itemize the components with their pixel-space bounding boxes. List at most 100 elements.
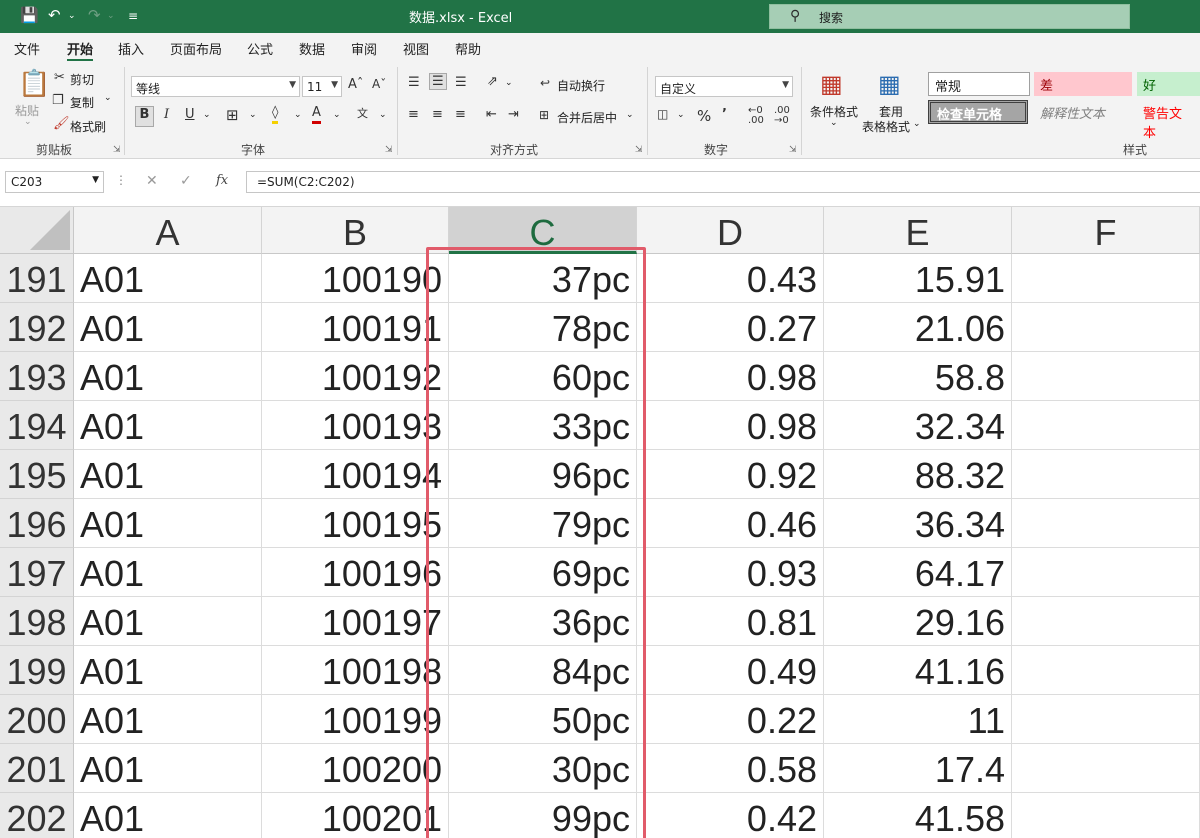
cell-f[interactable] <box>1012 352 1200 401</box>
cell-a[interactable]: A01 <box>74 303 262 352</box>
style-check-cell[interactable]: 检查单元格 <box>928 100 1028 124</box>
cell-e[interactable]: 58.8 <box>824 352 1012 401</box>
cell-e[interactable]: 11 <box>824 695 1012 744</box>
cell-a[interactable]: A01 <box>74 646 262 695</box>
increase-decimal-icon[interactable]: ←0.00 <box>748 106 764 126</box>
search-box[interactable]: ⚲ 搜索 <box>769 4 1130 29</box>
font-launcher-icon[interactable]: ⇲ <box>385 145 393 155</box>
style-bad[interactable]: 差 <box>1034 72 1132 96</box>
tab-insert[interactable]: 插入 <box>118 39 144 58</box>
cell-a[interactable]: A01 <box>74 401 262 450</box>
font-color-icon[interactable]: A <box>312 105 321 124</box>
tab-home[interactable]: 开始 <box>67 39 94 62</box>
cell-c[interactable]: 79pc <box>449 499 637 548</box>
cell-c[interactable]: 50pc <box>449 695 637 744</box>
cell-a[interactable]: A01 <box>74 254 262 303</box>
accounting-dropdown-icon[interactable]: ⌄ <box>677 110 685 120</box>
accounting-format-icon[interactable]: ◫ <box>657 107 668 121</box>
row-header[interactable]: 199 <box>0 646 74 695</box>
phonetic-dropdown-icon[interactable]: ⌄ <box>379 110 387 120</box>
cell-c[interactable]: 37pc <box>449 254 637 303</box>
cell-b[interactable]: 100193 <box>262 401 449 450</box>
spreadsheet-grid[interactable]: A B C D E F 191 A01 100190 37pc 0.43 15.91 192 A01 100… <box>0 207 1200 838</box>
font-size-select[interactable]: 11 ▼ <box>302 76 342 97</box>
row-header[interactable]: 201 <box>0 744 74 793</box>
comma-style-icon[interactable]: ’ <box>722 107 727 122</box>
underline-dropdown-icon[interactable]: ⌄ <box>203 110 211 120</box>
cell-c[interactable]: 33pc <box>449 401 637 450</box>
cell-f[interactable] <box>1012 303 1200 352</box>
style-normal[interactable]: 常规 <box>928 72 1030 96</box>
cell-c[interactable]: 36pc <box>449 597 637 646</box>
style-explanatory[interactable]: 解释性文本 <box>1034 100 1132 124</box>
cell-c[interactable]: 30pc <box>449 744 637 793</box>
cell-c[interactable]: 69pc <box>449 548 637 597</box>
cell-f[interactable] <box>1012 597 1200 646</box>
cell-f[interactable] <box>1012 254 1200 303</box>
borders-dropdown-icon[interactable]: ⌄ <box>249 110 257 120</box>
cell-d[interactable]: 0.22 <box>637 695 824 744</box>
cell-f[interactable] <box>1012 695 1200 744</box>
cell-d[interactable]: 0.43 <box>637 254 824 303</box>
tab-help[interactable]: 帮助 <box>455 39 481 58</box>
cell-d[interactable]: 0.81 <box>637 597 824 646</box>
undo-icon[interactable]: ↶ <box>48 6 61 24</box>
cancel-icon[interactable]: ✕ <box>146 173 158 189</box>
align-middle-icon[interactable]: ☰ <box>429 73 447 90</box>
cell-f[interactable] <box>1012 744 1200 793</box>
cell-c[interactable]: 96pc <box>449 450 637 499</box>
cell-a[interactable]: A01 <box>74 744 262 793</box>
insert-function-icon[interactable]: fx <box>216 173 228 188</box>
cell-d[interactable]: 0.49 <box>637 646 824 695</box>
orientation-icon[interactable]: ⇗ <box>487 74 498 89</box>
column-header-e[interactable]: E <box>824 207 1012 254</box>
column-header-b[interactable]: B <box>262 207 449 254</box>
cell-a[interactable]: A01 <box>74 597 262 646</box>
cell-d[interactable]: 0.27 <box>637 303 824 352</box>
column-header-d[interactable]: D <box>637 207 824 254</box>
number-launcher-icon[interactable]: ⇲ <box>789 145 797 155</box>
cell-b[interactable]: 100197 <box>262 597 449 646</box>
increase-font-icon[interactable]: Aˆ <box>348 77 363 92</box>
row-header[interactable]: 197 <box>0 548 74 597</box>
row-header[interactable]: 195 <box>0 450 74 499</box>
cell-d[interactable]: 0.58 <box>637 744 824 793</box>
cell-b[interactable]: 100192 <box>262 352 449 401</box>
cell-b[interactable]: 100195 <box>262 499 449 548</box>
cell-d[interactable]: 0.93 <box>637 548 824 597</box>
row-header[interactable]: 196 <box>0 499 74 548</box>
increase-indent-icon[interactable]: ⇥ <box>508 107 519 122</box>
tab-formulas[interactable]: 公式 <box>247 39 273 58</box>
wrap-text-button[interactable]: 自动换行 <box>557 77 605 94</box>
cell-f[interactable] <box>1012 401 1200 450</box>
fill-color-dropdown-icon[interactable]: ⌄ <box>294 110 302 120</box>
row-header[interactable]: 202 <box>0 793 74 838</box>
conditional-format-dropdown-icon[interactable]: ⌄ <box>830 118 838 128</box>
cell-b[interactable]: 100199 <box>262 695 449 744</box>
customize-toolbar-icon[interactable]: ≡ <box>128 9 138 23</box>
cell-a[interactable]: A01 <box>74 450 262 499</box>
cell-f[interactable] <box>1012 548 1200 597</box>
tab-view[interactable]: 视图 <box>403 39 429 58</box>
cell-d[interactable]: 0.42 <box>637 793 824 838</box>
cell-b[interactable]: 100201 <box>262 793 449 838</box>
align-top-icon[interactable]: ☰ <box>408 75 420 90</box>
tab-file[interactable]: 文件 <box>14 39 40 58</box>
cell-a[interactable]: A01 <box>74 352 262 401</box>
alignment-launcher-icon[interactable]: ⇲ <box>635 145 643 155</box>
fill-color-icon[interactable]: ◊ <box>272 105 279 124</box>
undo-dropdown-icon[interactable]: ⌄ <box>68 11 76 21</box>
style-warning[interactable]: 警告文本 <box>1137 100 1200 141</box>
cell-a[interactable]: A01 <box>74 793 262 838</box>
decrease-font-icon[interactable]: Aˇ <box>372 77 386 91</box>
cell-a[interactable]: A01 <box>74 499 262 548</box>
save-icon[interactable]: 💾 <box>20 6 39 24</box>
orientation-dropdown-icon[interactable]: ⌄ <box>505 78 513 88</box>
cell-e[interactable]: 29.16 <box>824 597 1012 646</box>
decrease-indent-icon[interactable]: ⇤ <box>486 107 497 122</box>
cell-f[interactable] <box>1012 499 1200 548</box>
cell-e[interactable]: 41.16 <box>824 646 1012 695</box>
align-bottom-icon[interactable]: ☰ <box>455 75 467 90</box>
tab-review[interactable]: 审阅 <box>351 39 377 58</box>
align-right-icon[interactable]: ≡ <box>455 107 466 122</box>
